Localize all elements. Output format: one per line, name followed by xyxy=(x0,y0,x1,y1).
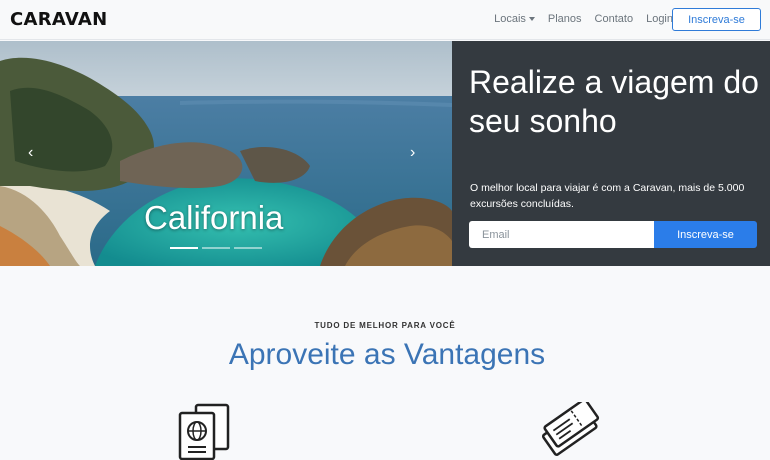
carousel-next-button[interactable]: › xyxy=(410,145,422,161)
cta-signup-button[interactable]: Inscreva-se xyxy=(654,221,757,248)
cta-panel: Realize a viagem do seu sonho O melhor l… xyxy=(452,41,770,266)
cta-title: Realize a viagem do seu sonho xyxy=(469,64,759,139)
section-title: Aproveite as Vantagens xyxy=(228,338,546,371)
tickets-icon xyxy=(541,402,600,456)
nav-item-login[interactable]: Login xyxy=(646,13,673,25)
passport-icon xyxy=(178,403,230,460)
nav-item-planos[interactable]: Planos xyxy=(548,13,582,25)
nav-item-contato[interactable]: Contato xyxy=(595,13,634,25)
brand-logo[interactable]: CARAVAN xyxy=(10,9,108,30)
nav-signup-button[interactable]: Inscreva-se xyxy=(672,8,761,31)
carousel-indicator[interactable] xyxy=(170,247,198,249)
caret-down-icon xyxy=(528,17,535,22)
navbar: CARAVAN Locais Planos Contato Login Insc… xyxy=(0,0,770,40)
section-eyebrow: TUDO DE MELHOR PARA VOCÊ xyxy=(314,321,456,330)
carousel-indicator[interactable] xyxy=(234,247,262,249)
carousel-indicators xyxy=(170,247,262,249)
hero-section: ‹ › California Realize a viagem do seu s… xyxy=(0,41,770,266)
carousel-indicator[interactable] xyxy=(202,247,230,249)
carousel-caption: California xyxy=(144,199,284,236)
nav-item-locais[interactable]: Locais xyxy=(494,13,535,25)
email-input[interactable] xyxy=(469,221,654,248)
signup-form: Inscreva-se xyxy=(469,221,757,248)
cta-text: O melhor local para viajar é com a Carav… xyxy=(470,182,745,210)
nav-links: Locais Planos Contato Login xyxy=(494,13,673,25)
carousel: ‹ › California xyxy=(0,41,452,266)
carousel-prev-button[interactable]: ‹ xyxy=(28,145,40,161)
